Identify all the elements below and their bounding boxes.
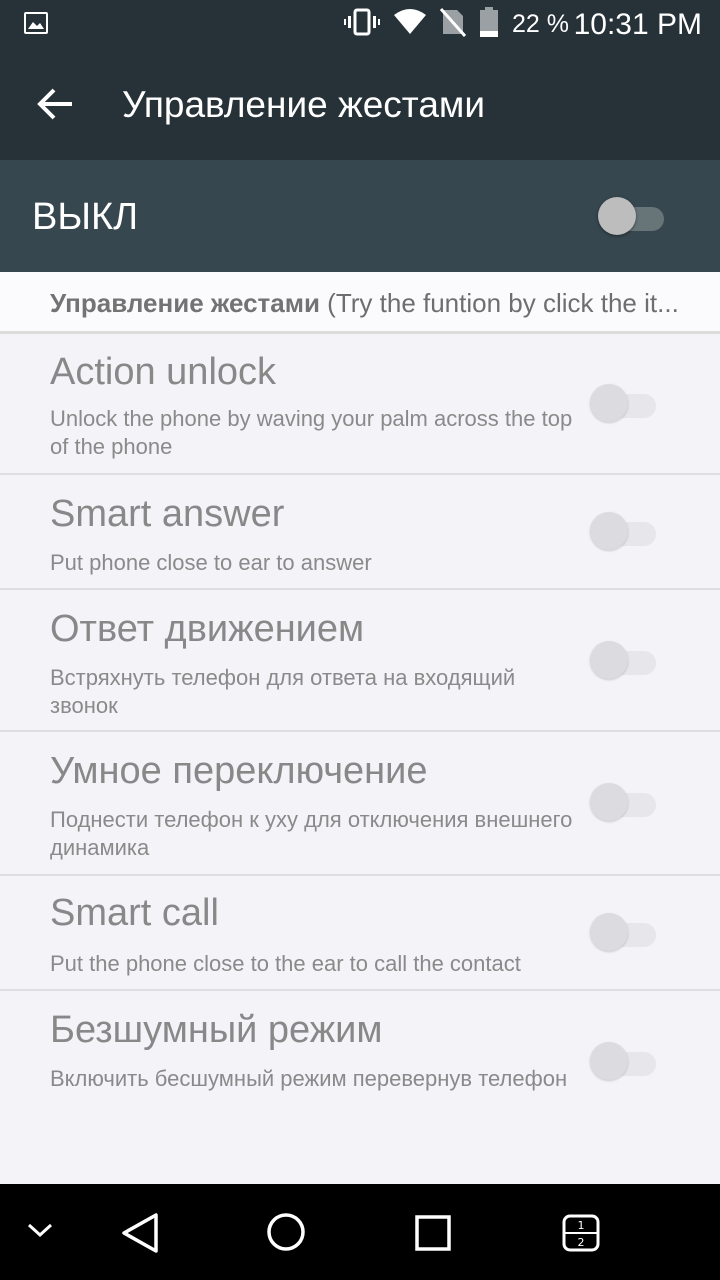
app-bar: Управление жестами bbox=[0, 48, 720, 160]
clock: 10:31 PM bbox=[573, 8, 702, 41]
setting-toggle[interactable] bbox=[590, 780, 660, 824]
no-sim-icon bbox=[439, 7, 467, 42]
toggle-thumb bbox=[590, 1042, 628, 1080]
toggle-thumb bbox=[590, 384, 628, 422]
setting-smart-switch[interactable]: Умное переключение Поднести телефон к ух… bbox=[0, 732, 720, 876]
setting-title: Smart call bbox=[50, 892, 219, 934]
master-switch-toggle[interactable] bbox=[598, 194, 668, 238]
toggle-thumb bbox=[590, 512, 628, 550]
category-header: Управление жестами (Try the funtion by c… bbox=[0, 272, 720, 334]
setting-motion-answer[interactable]: Ответ движением Встряхнуть телефон для о… bbox=[0, 590, 720, 732]
category-hint: (Try the funtion by click the it... bbox=[319, 288, 679, 318]
setting-title: Безшумный режим bbox=[50, 1009, 383, 1051]
setting-toggle[interactable] bbox=[590, 638, 660, 682]
setting-summary: Включить бесшумный режим перевернув теле… bbox=[50, 1066, 568, 1091]
split-top-label: 1 bbox=[578, 1219, 585, 1232]
home-circle-icon[interactable] bbox=[266, 1212, 306, 1257]
wifi-icon bbox=[394, 8, 426, 40]
image-notification-icon bbox=[24, 12, 48, 34]
master-switch-bar[interactable]: ВЫКЛ bbox=[0, 160, 720, 272]
vibrate-icon bbox=[344, 8, 380, 41]
setting-summary: Встряхнуть телефон для ответа на входящи… bbox=[50, 665, 516, 718]
setting-summary: Unlock the phone by waving your palm acr… bbox=[50, 406, 573, 459]
category-text: Управление жестами (Try the funtion by c… bbox=[50, 288, 718, 319]
setting-title: Ответ движением bbox=[50, 608, 365, 650]
page-title: Управление жестами bbox=[122, 84, 486, 125]
back-triangle-icon[interactable] bbox=[120, 1212, 160, 1259]
setting-smart-answer[interactable]: Smart answer Put phone close to ear to a… bbox=[0, 475, 720, 590]
toggle-thumb bbox=[598, 197, 636, 235]
navigation-bar: 1 2 bbox=[0, 1184, 720, 1280]
setting-title: Smart answer bbox=[50, 493, 285, 535]
setting-action-unlock[interactable]: Action unlock Unlock the phone by waving… bbox=[0, 335, 720, 475]
hide-nav-icon[interactable] bbox=[26, 1220, 54, 1245]
recents-square-icon[interactable] bbox=[414, 1214, 452, 1257]
setting-summary: Поднести телефон к уху для отключения вн… bbox=[50, 807, 573, 860]
toggle-thumb bbox=[590, 913, 628, 951]
setting-toggle[interactable] bbox=[590, 1039, 660, 1083]
setting-toggle[interactable] bbox=[590, 910, 660, 954]
setting-title: Умное переключение bbox=[50, 750, 428, 792]
setting-summary: Put the phone close to the ear to call t… bbox=[50, 951, 521, 976]
category-title: Управление жестами bbox=[50, 288, 320, 318]
battery-icon bbox=[480, 6, 498, 42]
toggle-thumb bbox=[590, 641, 628, 679]
setting-smart-call[interactable]: Smart call Put the phone close to the ea… bbox=[0, 876, 720, 991]
split-bottom-label: 2 bbox=[578, 1236, 585, 1249]
setting-toggle[interactable] bbox=[590, 509, 660, 553]
setting-silent-mode[interactable]: Безшумный режим Включить бесшумный режим… bbox=[0, 991, 720, 1141]
split-screen-icon[interactable]: 1 2 bbox=[562, 1214, 600, 1257]
status-bar: 22 % 10:31 PM bbox=[0, 0, 720, 48]
arrow-back-icon[interactable] bbox=[32, 82, 80, 126]
master-switch-label: ВЫКЛ bbox=[32, 196, 139, 238]
battery-percent: 22 % bbox=[512, 9, 569, 38]
setting-summary: Put phone close to ear to answer bbox=[50, 550, 372, 575]
setting-title: Action unlock bbox=[50, 351, 277, 393]
setting-toggle[interactable] bbox=[590, 381, 660, 425]
toggle-thumb bbox=[590, 783, 628, 821]
